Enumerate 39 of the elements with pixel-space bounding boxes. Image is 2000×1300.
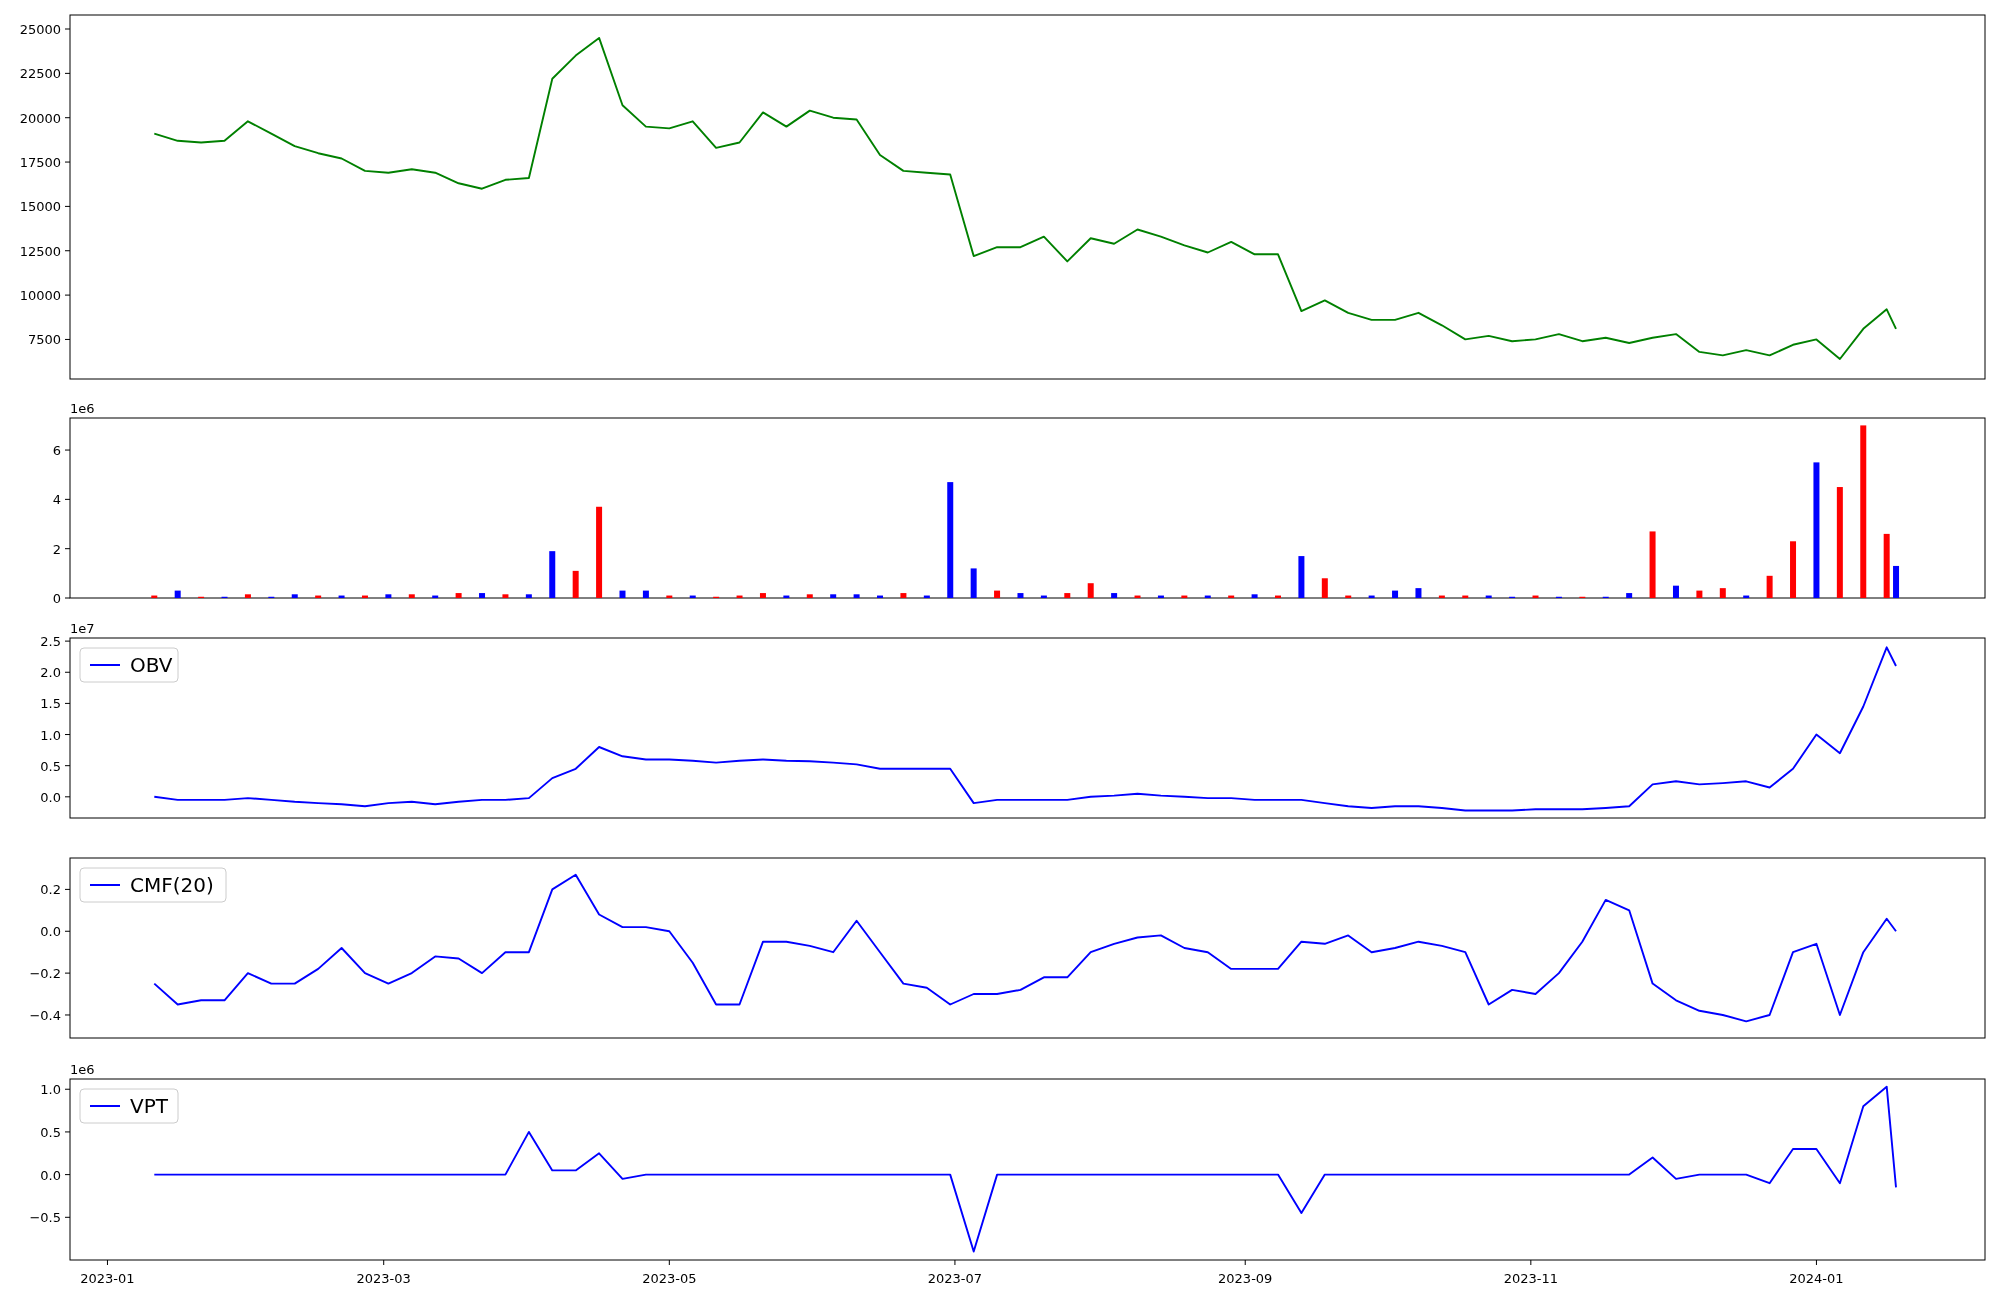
y-tick-label: 15000 <box>19 199 61 215</box>
y-tick-label: 0.2 <box>40 882 61 898</box>
axis-scale-label: 1e6 <box>70 401 95 416</box>
x-tick-label: 2023-07 <box>927 1271 983 1286</box>
y-tick-label: −0.5 <box>29 1210 61 1226</box>
y-tick-label: 0 <box>52 591 61 606</box>
y-tick-label: 0.0 <box>40 789 61 805</box>
y-tick-label: 17500 <box>19 155 61 171</box>
y-tick-label: 4 <box>52 492 61 508</box>
y-tick-label: 2.0 <box>40 665 61 681</box>
y-tick-label: 0.0 <box>40 924 61 940</box>
y-tick-label: 12500 <box>19 243 61 259</box>
y-tick-label: 2.5 <box>40 634 61 650</box>
y-tick-label: 0.5 <box>40 1124 61 1140</box>
y-tick-label: 6 <box>52 443 61 459</box>
y-tick-label: 20000 <box>19 110 61 126</box>
axis-scale-label: 1e6 <box>70 1062 95 1077</box>
axis-scale-label: 1e7 <box>70 621 95 636</box>
y-tick-label: −0.4 <box>29 1008 61 1023</box>
y-tick-label: 1.0 <box>40 727 61 743</box>
x-tick-label: 2023-11 <box>1503 1271 1558 1286</box>
x-tick-label: 2023-01 <box>80 1271 135 1286</box>
y-tick-label: 1.0 <box>40 1082 61 1098</box>
x-tick-label: 2023-03 <box>356 1271 411 1286</box>
x-tick-label: 2023-05 <box>642 1271 697 1286</box>
y-tick-label: 7500 <box>27 332 61 348</box>
legend-label: VPT <box>130 1094 168 1118</box>
legend-label: CMF(20) <box>130 873 214 897</box>
y-tick-label: 1.5 <box>40 696 61 712</box>
legend-label: OBV <box>130 653 173 677</box>
y-tick-label: 0.5 <box>40 758 61 774</box>
y-tick-label: 22500 <box>19 66 61 82</box>
y-tick-label: 25000 <box>19 22 61 37</box>
y-tick-label: 10000 <box>19 288 61 304</box>
y-tick-label: 2 <box>52 541 61 557</box>
y-tick-label: −0.2 <box>29 966 61 982</box>
y-tick-label: 0.0 <box>40 1167 61 1183</box>
x-tick-label: 2023-09 <box>1218 1271 1273 1286</box>
x-tick-label: 2024-01 <box>1789 1271 1844 1286</box>
